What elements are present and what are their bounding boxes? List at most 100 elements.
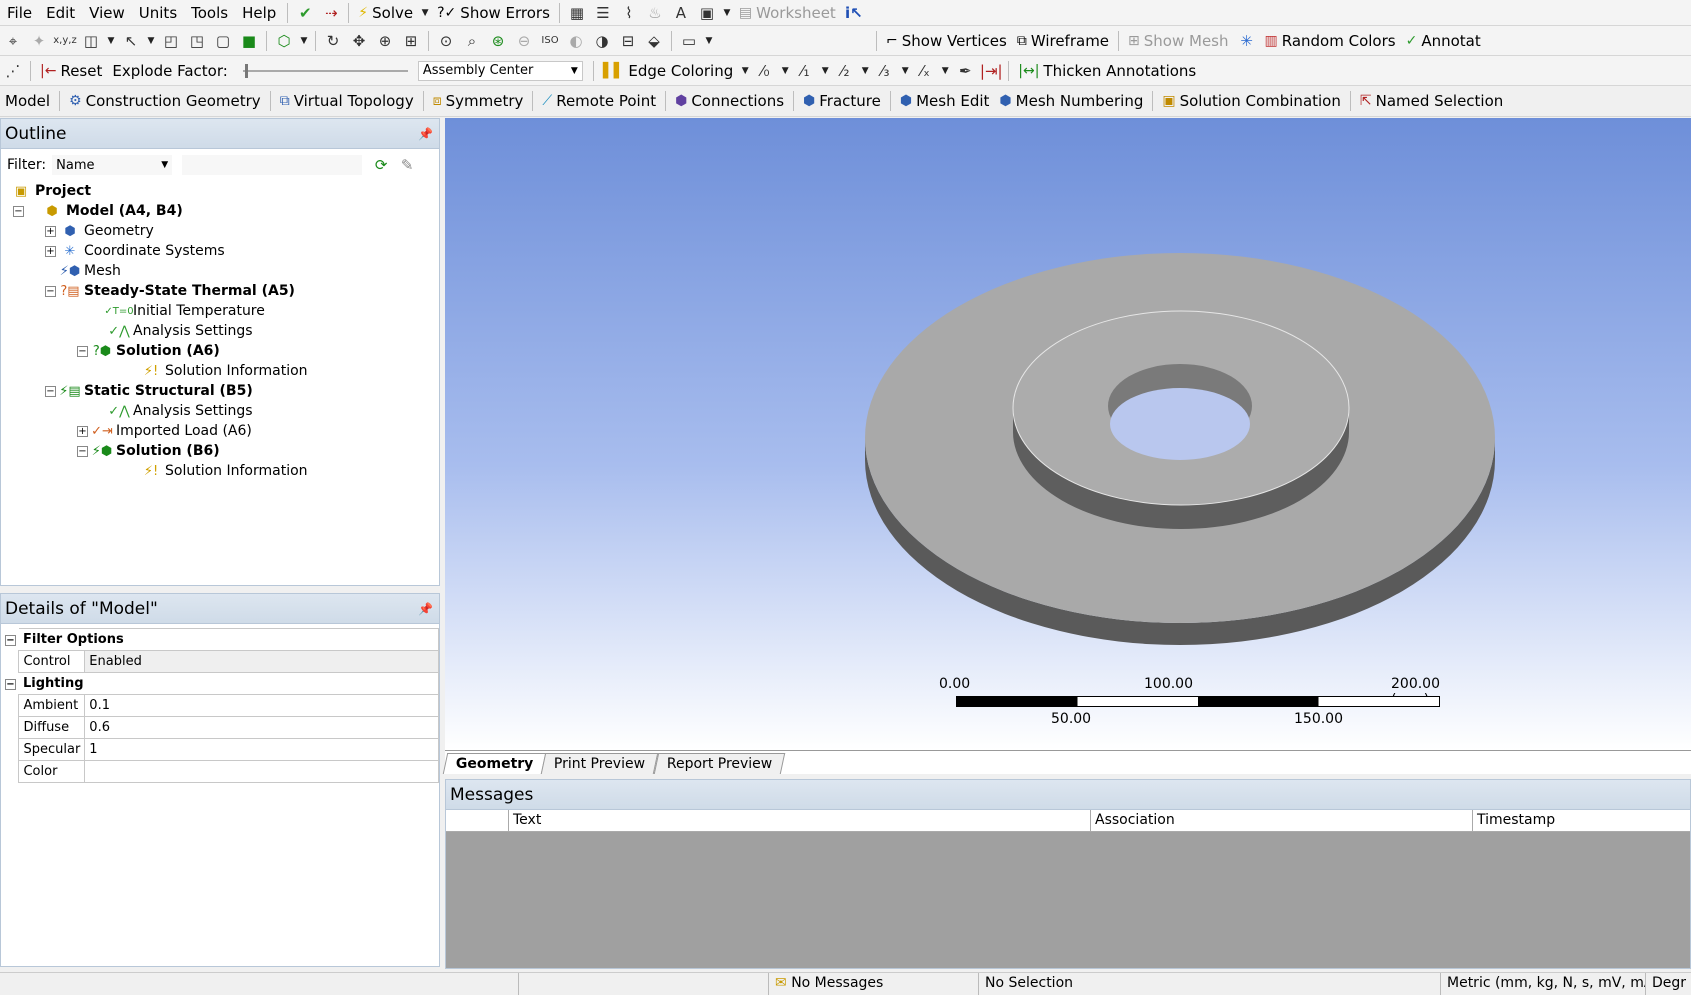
- zoom-disabled-icon[interactable]: ⊖: [511, 29, 537, 53]
- vertex-select-icon[interactable]: ◰: [158, 29, 184, 53]
- chevron-down-icon[interactable]: ▼: [818, 59, 832, 83]
- edge-style-5-icon[interactable]: ⁄ₓ: [912, 59, 938, 83]
- menu-units[interactable]: Units: [132, 4, 184, 22]
- chevron-down-icon[interactable]: ▼: [938, 59, 952, 83]
- image-icon[interactable]: ▣: [694, 1, 720, 25]
- tree-node-imported-load[interactable]: + ✓⇥ Imported Load (A6): [77, 421, 252, 441]
- named-selection-button[interactable]: ⇱ Named Selection: [1355, 89, 1508, 113]
- expand-icon[interactable]: +: [77, 425, 88, 437]
- hide-icon[interactable]: ◑: [589, 29, 615, 53]
- star-icon[interactable]: ✳: [1234, 29, 1260, 53]
- chevron-down-icon[interactable]: ▼: [104, 29, 118, 53]
- chevron-down-icon[interactable]: ▼: [858, 59, 872, 83]
- graphics-viewport[interactable]: 0.00 100.00 200.00 (mm) 50.00 150.00: [445, 118, 1691, 750]
- comment-icon[interactable]: ☰: [590, 1, 616, 25]
- column-association[interactable]: Association: [1091, 810, 1473, 831]
- assembly-center-select[interactable]: Assembly Center ▼: [417, 60, 583, 81]
- column-text[interactable]: Text: [509, 810, 1091, 831]
- tree-node-solution-information-a6[interactable]: ⚡! Solution Information: [141, 361, 308, 381]
- explode-factor-slider[interactable]: [242, 61, 408, 81]
- fracture-button[interactable]: ⬢ Fracture: [798, 89, 886, 113]
- clear-filter-icon[interactable]: ✎: [394, 153, 420, 177]
- tree-arrow-icon[interactable]: ⇢: [318, 1, 344, 25]
- specular-value[interactable]: 1: [84, 738, 439, 761]
- chevron-down-icon[interactable]: ▼: [738, 59, 752, 83]
- xyz-icon[interactable]: x,y,z: [52, 29, 78, 53]
- tree-node-model[interactable]: − ⬢ Model (A4, B4): [13, 201, 183, 221]
- color-value[interactable]: [84, 760, 439, 783]
- edge-select-icon[interactable]: ◳: [184, 29, 210, 53]
- tree-node-geometry[interactable]: + ⬢ Geometry: [45, 221, 154, 241]
- text-icon[interactable]: A: [668, 1, 694, 25]
- pin-icon[interactable]: 📌: [418, 127, 433, 141]
- tree-node-mesh[interactable]: ⚡⬢ Mesh: [60, 261, 121, 281]
- pin-icon[interactable]: 📌: [418, 602, 433, 616]
- select-point-icon[interactable]: ✦: [26, 29, 52, 53]
- edge-style-1-icon[interactable]: ⁄₀: [752, 59, 778, 83]
- edge-style-4-icon[interactable]: ⁄₃: [872, 59, 898, 83]
- tree-node-solution-information-b6[interactable]: ⚡! Solution Information: [141, 461, 308, 481]
- symmetry-button[interactable]: ⧈ Symmetry: [428, 89, 529, 113]
- expand-icon[interactable]: +: [45, 225, 56, 237]
- mesh-edit-button[interactable]: ⬢ Mesh Edit: [895, 89, 995, 113]
- collapse-icon[interactable]: −: [5, 679, 16, 690]
- ambient-value[interactable]: 0.1: [84, 694, 439, 717]
- solve-button[interactable]: ⚡ Solve: [353, 1, 418, 25]
- box-zoom-icon[interactable]: ⊞: [398, 29, 424, 53]
- zoom-to-fit-icon[interactable]: ⊙: [433, 29, 459, 53]
- menu-edit[interactable]: Edit: [39, 4, 82, 22]
- chevron-down-icon[interactable]: ▼: [778, 59, 792, 83]
- mesh-numbering-button[interactable]: ⬢ Mesh Numbering: [994, 89, 1148, 113]
- chevron-down-icon[interactable]: ▼: [144, 29, 158, 53]
- collapse-icon[interactable]: −: [5, 635, 16, 646]
- chevron-down-icon[interactable]: ▼: [720, 1, 734, 25]
- chevron-down-icon[interactable]: ▼: [702, 29, 716, 53]
- control-value[interactable]: Enabled: [84, 650, 439, 673]
- model-button[interactable]: Model: [0, 89, 55, 113]
- wireframe-button[interactable]: ⧉ Wireframe: [1012, 29, 1114, 53]
- previous-view-icon[interactable]: ◐: [563, 29, 589, 53]
- tree-node-solution-b6[interactable]: − ⚡⬢ Solution (B6): [77, 441, 220, 461]
- expand-icon[interactable]: +: [45, 245, 56, 257]
- chevron-down-icon[interactable]: ▼: [297, 29, 311, 53]
- menu-tools[interactable]: Tools: [184, 4, 235, 22]
- flame-icon[interactable]: ♨: [642, 1, 668, 25]
- explode-icon[interactable]: ⋰: [0, 59, 26, 83]
- pin-edge-icon[interactable]: ✒: [952, 59, 978, 83]
- pointer-icon[interactable]: ↖: [118, 29, 144, 53]
- tree-node-project[interactable]: ▣ Project: [11, 181, 91, 201]
- tree-node-steady-state-thermal[interactable]: − ?▤ Steady-State Thermal (A5): [45, 281, 295, 301]
- edge-style-3-icon[interactable]: ⁄₂: [832, 59, 858, 83]
- tab-print-preview[interactable]: Print Preview: [541, 753, 659, 774]
- reset-button[interactable]: |← Reset: [35, 59, 107, 83]
- tag-icon[interactable]: ⬙: [641, 29, 667, 53]
- tab-geometry[interactable]: Geometry: [442, 753, 547, 774]
- select-mode-icon[interactable]: ◫: [78, 29, 104, 53]
- group-filter-options[interactable]: Filter Options: [18, 628, 439, 651]
- random-colors-button[interactable]: ▥ Random Colors: [1260, 29, 1401, 53]
- thicken-annotations-button[interactable]: |↔| Thicken Annotations: [1013, 59, 1201, 83]
- solution-combination-button[interactable]: ▣ Solution Combination: [1157, 89, 1346, 113]
- collapse-icon[interactable]: −: [13, 205, 24, 217]
- annotations-button[interactable]: ✓ Annotat: [1401, 29, 1486, 53]
- align-icon[interactable]: |⇥|: [978, 59, 1004, 83]
- body-select-icon[interactable]: ■: [236, 29, 262, 53]
- menu-view[interactable]: View: [82, 4, 132, 22]
- show-errors-button[interactable]: ?✓ Show Errors: [432, 1, 555, 25]
- tree-node-initial-temperature[interactable]: ✓T=0 Initial Temperature: [104, 301, 264, 321]
- show-vertices-button[interactable]: ⌐ Show Vertices: [881, 29, 1012, 53]
- status-units[interactable]: Metric (mm, kg, N, s, mV, mA): [1440, 972, 1645, 995]
- iso-icon[interactable]: ISO: [537, 29, 563, 53]
- magnifier-icon[interactable]: ⌕: [459, 29, 485, 53]
- select-vertex-icon[interactable]: ⌖: [0, 29, 26, 53]
- face-select-icon[interactable]: ▢: [210, 29, 236, 53]
- group-lighting[interactable]: Lighting: [18, 672, 439, 695]
- zoom-green-icon[interactable]: ⊛: [485, 29, 511, 53]
- zoom-icon[interactable]: ⊕: [372, 29, 398, 53]
- tree-node-analysis-settings-thermal[interactable]: ✓⋀ Analysis Settings: [108, 321, 252, 341]
- connections-button[interactable]: ⬢ Connections: [670, 89, 789, 113]
- virtual-topology-button[interactable]: ⧉ Virtual Topology: [275, 89, 419, 113]
- tab-report-preview[interactable]: Report Preview: [653, 753, 786, 774]
- tree-node-static-structural[interactable]: − ⚡▤ Static Structural (B5): [45, 381, 253, 401]
- diffuse-value[interactable]: 0.6: [84, 716, 439, 739]
